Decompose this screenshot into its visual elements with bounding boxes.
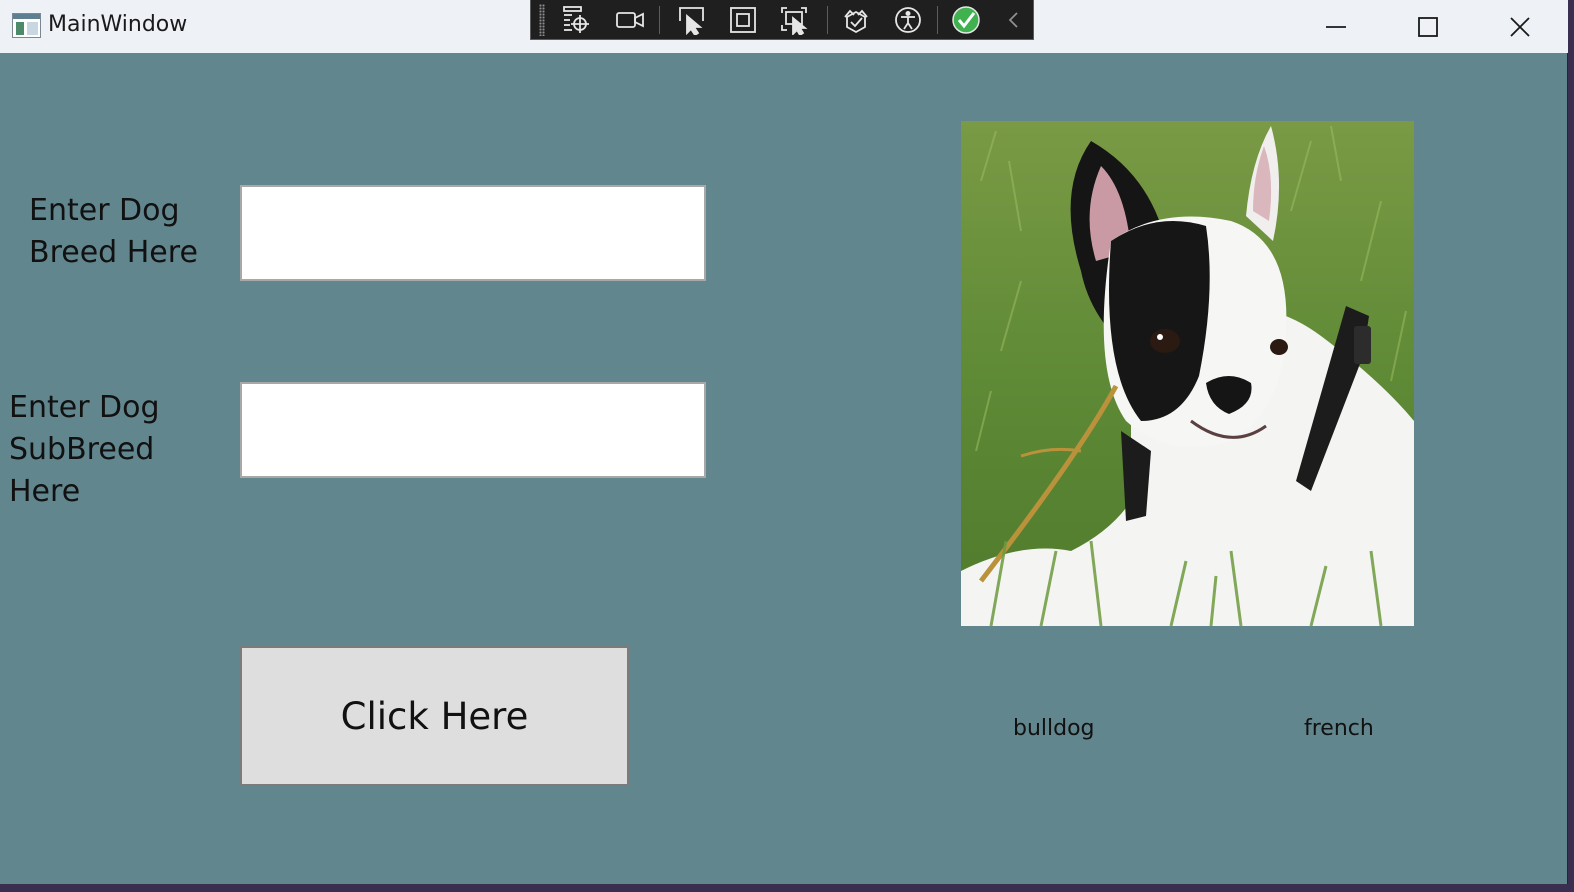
go-to-live-visual-tree-icon[interactable]	[559, 3, 593, 37]
maximize-icon	[1418, 16, 1438, 37]
xaml-debug-toolbar	[530, 0, 1034, 40]
accessibility-checker-icon[interactable]	[891, 3, 925, 37]
title-bar[interactable]: MainWindow	[0, 0, 1568, 53]
display-layout-adorners-icon[interactable]	[726, 3, 760, 37]
minimize-icon	[1326, 25, 1346, 28]
select-element-icon[interactable]	[674, 3, 708, 37]
app-icon	[12, 13, 41, 38]
collapse-toolbar-icon[interactable]	[997, 3, 1031, 37]
toolbar-separator	[827, 6, 828, 34]
close-button[interactable]	[1474, 0, 1566, 53]
close-icon	[1510, 16, 1530, 37]
toolbar-separator	[659, 6, 660, 34]
breed-result-text: bulldog	[1013, 716, 1095, 741]
record-icon[interactable]	[613, 3, 647, 37]
breed-input[interactable]	[240, 185, 706, 281]
subbreed-input[interactable]	[240, 382, 706, 478]
in-app-toolbar-ok-icon[interactable]	[949, 3, 983, 37]
breed-label: Enter Dog Breed Here	[29, 193, 198, 270]
subbreed-result-text: french	[1304, 716, 1374, 741]
toolbar-grip-icon[interactable]	[539, 4, 545, 36]
click-here-button[interactable]: Click Here	[240, 646, 629, 786]
main-window: MainWindow Enter Dog Breed Here Enter Do…	[0, 0, 1568, 884]
minimize-button[interactable]	[1290, 0, 1382, 53]
maximize-button[interactable]	[1382, 0, 1474, 53]
subbreed-label: Enter Dog SubBreed Here	[9, 390, 160, 509]
window-title: MainWindow	[48, 12, 188, 37]
french-bulldog-photo-icon	[961, 121, 1414, 626]
toolbar-separator	[937, 6, 938, 34]
dog-image	[961, 121, 1414, 626]
track-focused-element-icon[interactable]	[777, 3, 811, 37]
binding-failures-icon[interactable]	[839, 3, 873, 37]
